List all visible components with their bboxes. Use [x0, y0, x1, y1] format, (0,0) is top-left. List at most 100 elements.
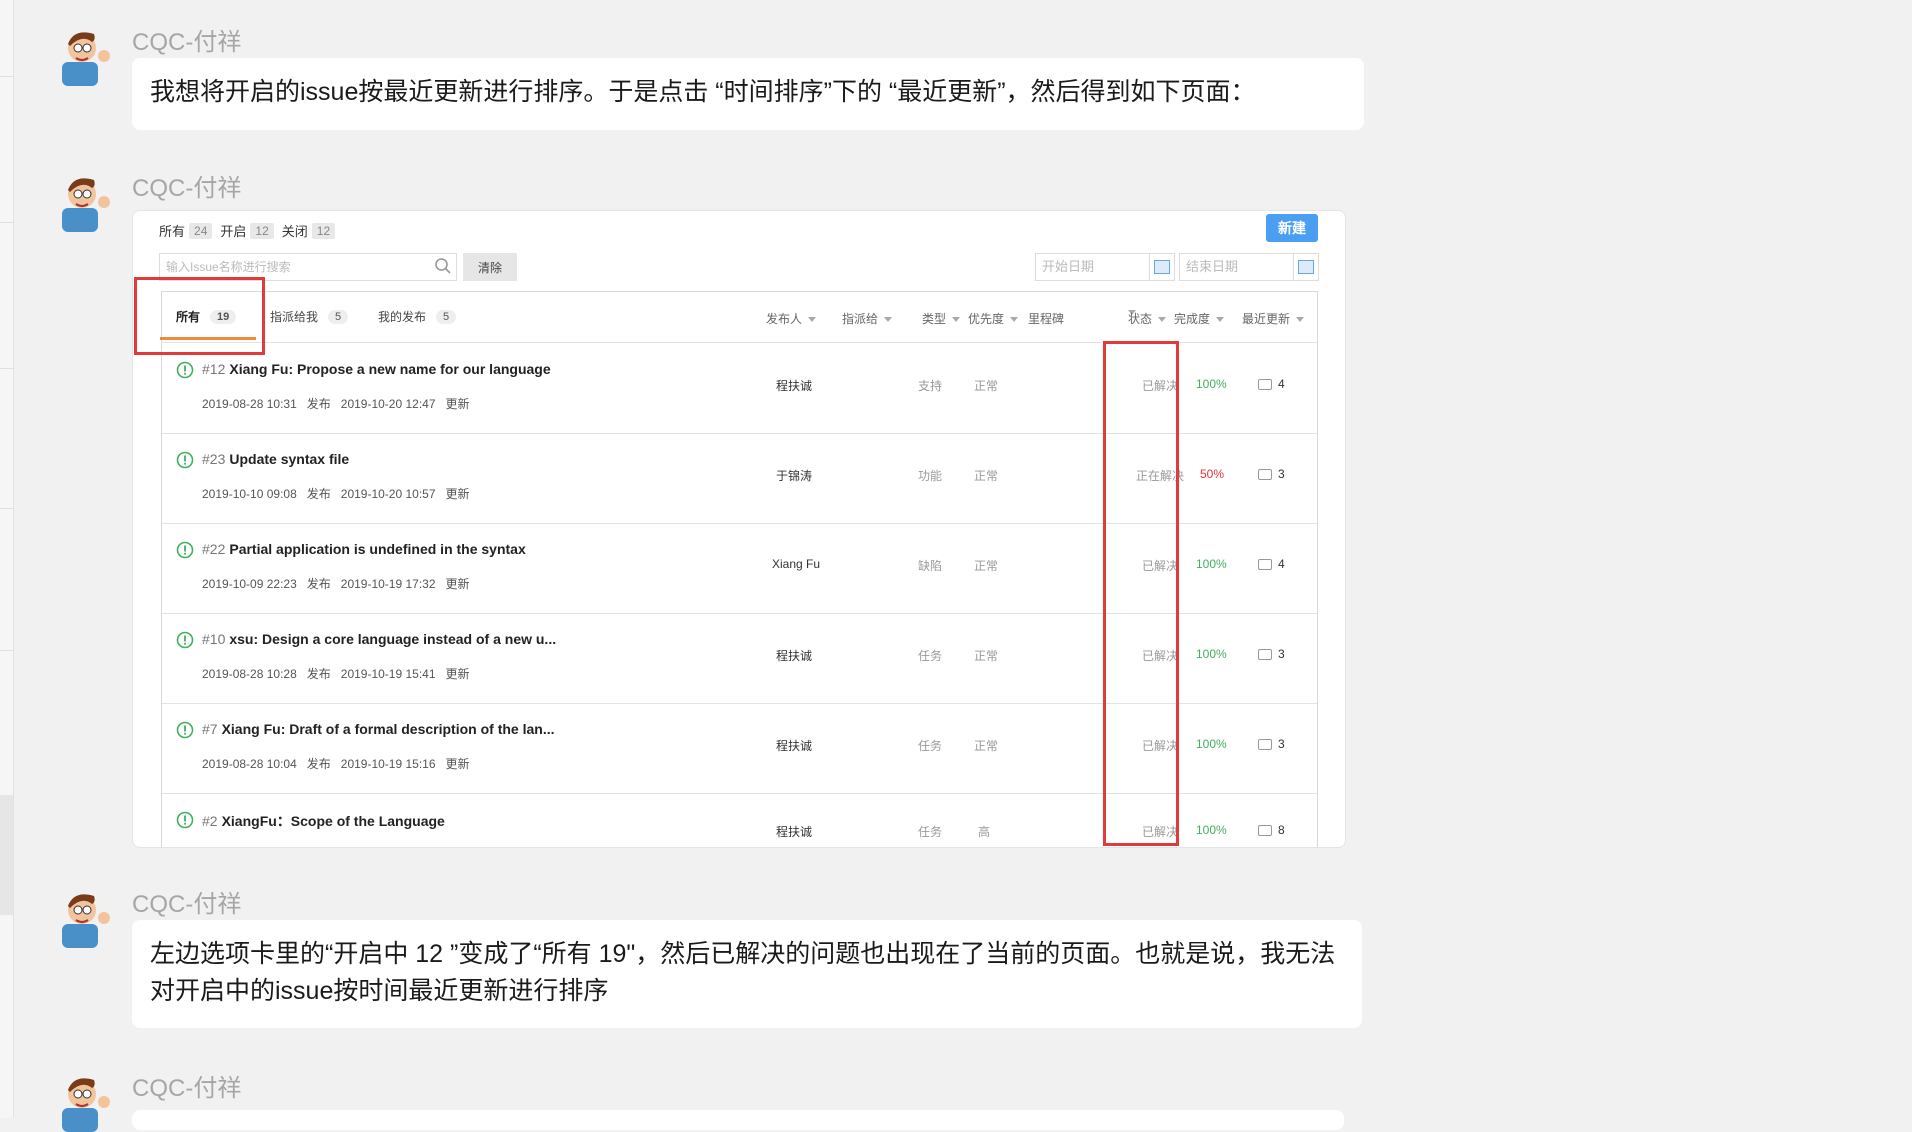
new-issue-button[interactable]: 新建: [1266, 214, 1318, 242]
filter-open[interactable]: 开启: [220, 221, 246, 240]
end-date-input[interactable]: 结束日期: [1179, 253, 1319, 281]
sidebar-divider: [0, 508, 13, 509]
issue-title[interactable]: #10 xsu: Design a core language instead o…: [202, 631, 556, 647]
column-status[interactable]: 状态: [1128, 310, 1167, 327]
issue-comments[interactable]: 3: [1258, 467, 1285, 481]
sidebar-divider: [0, 76, 13, 77]
issue-title[interactable]: #22 Partial application is undefined in t…: [202, 541, 526, 557]
calendar-icon[interactable]: [1149, 254, 1174, 280]
issue-type: 功能: [918, 469, 943, 483]
message-text: 我想将开启的issue按最近更新进行排序。于是点击 “时间排序”下的 “最近更新…: [150, 78, 1256, 106]
column-priority[interactable]: 优先度: [968, 310, 1019, 327]
start-date-input[interactable]: 开始日期: [1035, 253, 1175, 281]
sender-name[interactable]: CQC-付祥: [132, 884, 241, 919]
issue-priority: 正常: [974, 559, 999, 573]
issue-title[interactable]: #23 Update syntax file: [202, 451, 349, 467]
comment-icon: [1258, 378, 1272, 390]
column-progress[interactable]: 完成度: [1174, 310, 1225, 327]
issue-progress: 100%: [1196, 737, 1227, 751]
issue-progress: 100%: [1196, 557, 1227, 571]
issue-comments[interactable]: 8: [1258, 823, 1285, 837]
issue-comments[interactable]: 3: [1258, 737, 1285, 751]
start-date-placeholder: 开始日期: [1042, 259, 1095, 274]
issue-priority: 正常: [974, 469, 999, 483]
comment-icon: [1258, 738, 1272, 750]
sender-name[interactable]: CQC-付祥: [132, 168, 241, 203]
sidebar-divider: [0, 222, 13, 223]
filter-closed[interactable]: 关闭: [282, 221, 308, 240]
highlight-box-tab: [134, 277, 265, 355]
message-bubble: [132, 1110, 1344, 1130]
issue-title[interactable]: #7 Xiang Fu: Draft of a formal descriptio…: [202, 721, 555, 737]
avatar[interactable]: [52, 1068, 116, 1132]
issue-meta: 2019-08-28 10:31 发布 2019-10-20 12:47 更新: [202, 397, 470, 411]
calendar-icon[interactable]: [1293, 254, 1318, 280]
tab-my-published[interactable]: 我的发布 5: [378, 308, 457, 325]
screenshot-image[interactable]: 所有 24 开启 12 关闭 12 新建 输入Issue名称进行搜索 清除 开始…: [132, 210, 1346, 848]
issue-type: 支持: [918, 379, 943, 393]
issue-title[interactable]: #2 XiangFu：Scope of the Language: [202, 811, 445, 831]
avatar[interactable]: [52, 168, 116, 232]
issue-comments[interactable]: 4: [1258, 557, 1285, 571]
issue-type: 任务: [918, 739, 943, 753]
issue-type: 缺陷: [918, 559, 943, 573]
issue-progress: 100%: [1196, 377, 1227, 391]
avatar[interactable]: [52, 22, 116, 86]
column-last-updated[interactable]: 最近更新: [1242, 310, 1305, 327]
clear-button[interactable]: 清除: [463, 253, 517, 281]
sender-name[interactable]: CQC-付祥: [132, 1068, 241, 1103]
tab-published-count: 5: [436, 309, 457, 324]
message-bubble: 我想将开启的issue按最近更新进行排序。于是点击 “时间排序”下的 “最近更新…: [132, 58, 1364, 130]
open-issue-icon: [176, 361, 194, 379]
highlight-box-status: [1103, 341, 1179, 846]
issue-progress: 100%: [1196, 647, 1227, 661]
column-milestone[interactable]: 里程碑: [1028, 310, 1064, 327]
tab-assigned-count: 5: [328, 309, 349, 324]
filter-all[interactable]: 所有: [159, 221, 185, 240]
message-text: 左边选项卡里的“开启中 12 ”变成了“所有 19"，然后已解决的问题也出现在了…: [150, 940, 1336, 1005]
open-issue-icon: [176, 721, 194, 739]
sender-name[interactable]: CQC-付祥: [132, 22, 241, 57]
sidebar-selected-area: [0, 795, 13, 915]
comment-icon: [1258, 468, 1272, 480]
issue-author[interactable]: 程扶诚: [776, 647, 812, 664]
issue-priority: 正常: [974, 739, 999, 753]
issue-meta: 2019-08-28 10:04 发布 2019-10-19 15:16 更新: [202, 757, 470, 771]
open-issue-icon: [176, 811, 194, 829]
issue-tabs: 所有 19 指派给我 5 我的发布 5 发布人 指派给 类型 优先度 里程碑 状…: [160, 292, 1317, 343]
issue-type: 任务: [918, 649, 943, 663]
issue-priority: 正常: [974, 379, 999, 393]
issue-author[interactable]: 于锦涛: [776, 467, 812, 484]
column-author[interactable]: 发布人: [766, 310, 817, 327]
issue-author[interactable]: 程扶诚: [776, 823, 812, 840]
issue-progress: 50%: [1200, 467, 1225, 481]
issue-author[interactable]: 程扶诚: [776, 377, 812, 394]
filter-open-count: 12: [250, 222, 274, 239]
tab-assigned-to-me[interactable]: 指派给我 5: [270, 308, 349, 325]
tab-published-label: 我的发布: [378, 310, 427, 324]
column-type[interactable]: 类型: [922, 310, 961, 327]
issue-comments[interactable]: 4: [1258, 377, 1285, 391]
open-issue-icon: [176, 631, 194, 649]
comment-icon: [1258, 558, 1272, 570]
issue-meta: 2019-10-09 22:23 发布 2019-10-19 17:32 更新: [202, 577, 470, 591]
issue-priority: 正常: [974, 649, 999, 663]
filter-closed-count: 12: [311, 222, 336, 239]
message-bubble: 左边选项卡里的“开启中 12 ”变成了“所有 19"，然后已解决的问题也出现在了…: [132, 920, 1362, 1028]
left-sidebar-edge: [0, 0, 14, 1118]
search-placeholder: 输入Issue名称进行搜索: [166, 260, 291, 274]
open-issue-icon: [176, 451, 194, 469]
issue-type: 任务: [918, 825, 943, 839]
column-assignee[interactable]: 指派给: [842, 310, 893, 327]
issue-author[interactable]: 程扶诚: [776, 737, 812, 754]
issue-title[interactable]: #12 Xiang Fu: Propose a new name for our …: [202, 361, 551, 377]
issue-author[interactable]: Xiang Fu: [772, 557, 820, 571]
issue-progress: 100%: [1196, 823, 1227, 837]
avatar[interactable]: [52, 884, 116, 948]
end-date-placeholder: 结束日期: [1186, 259, 1239, 274]
sidebar-divider: [0, 650, 13, 651]
comment-icon: [1258, 648, 1272, 660]
issue-comments[interactable]: 3: [1258, 647, 1285, 661]
filter-all-count: 24: [189, 222, 213, 239]
search-icon[interactable]: [434, 257, 452, 275]
